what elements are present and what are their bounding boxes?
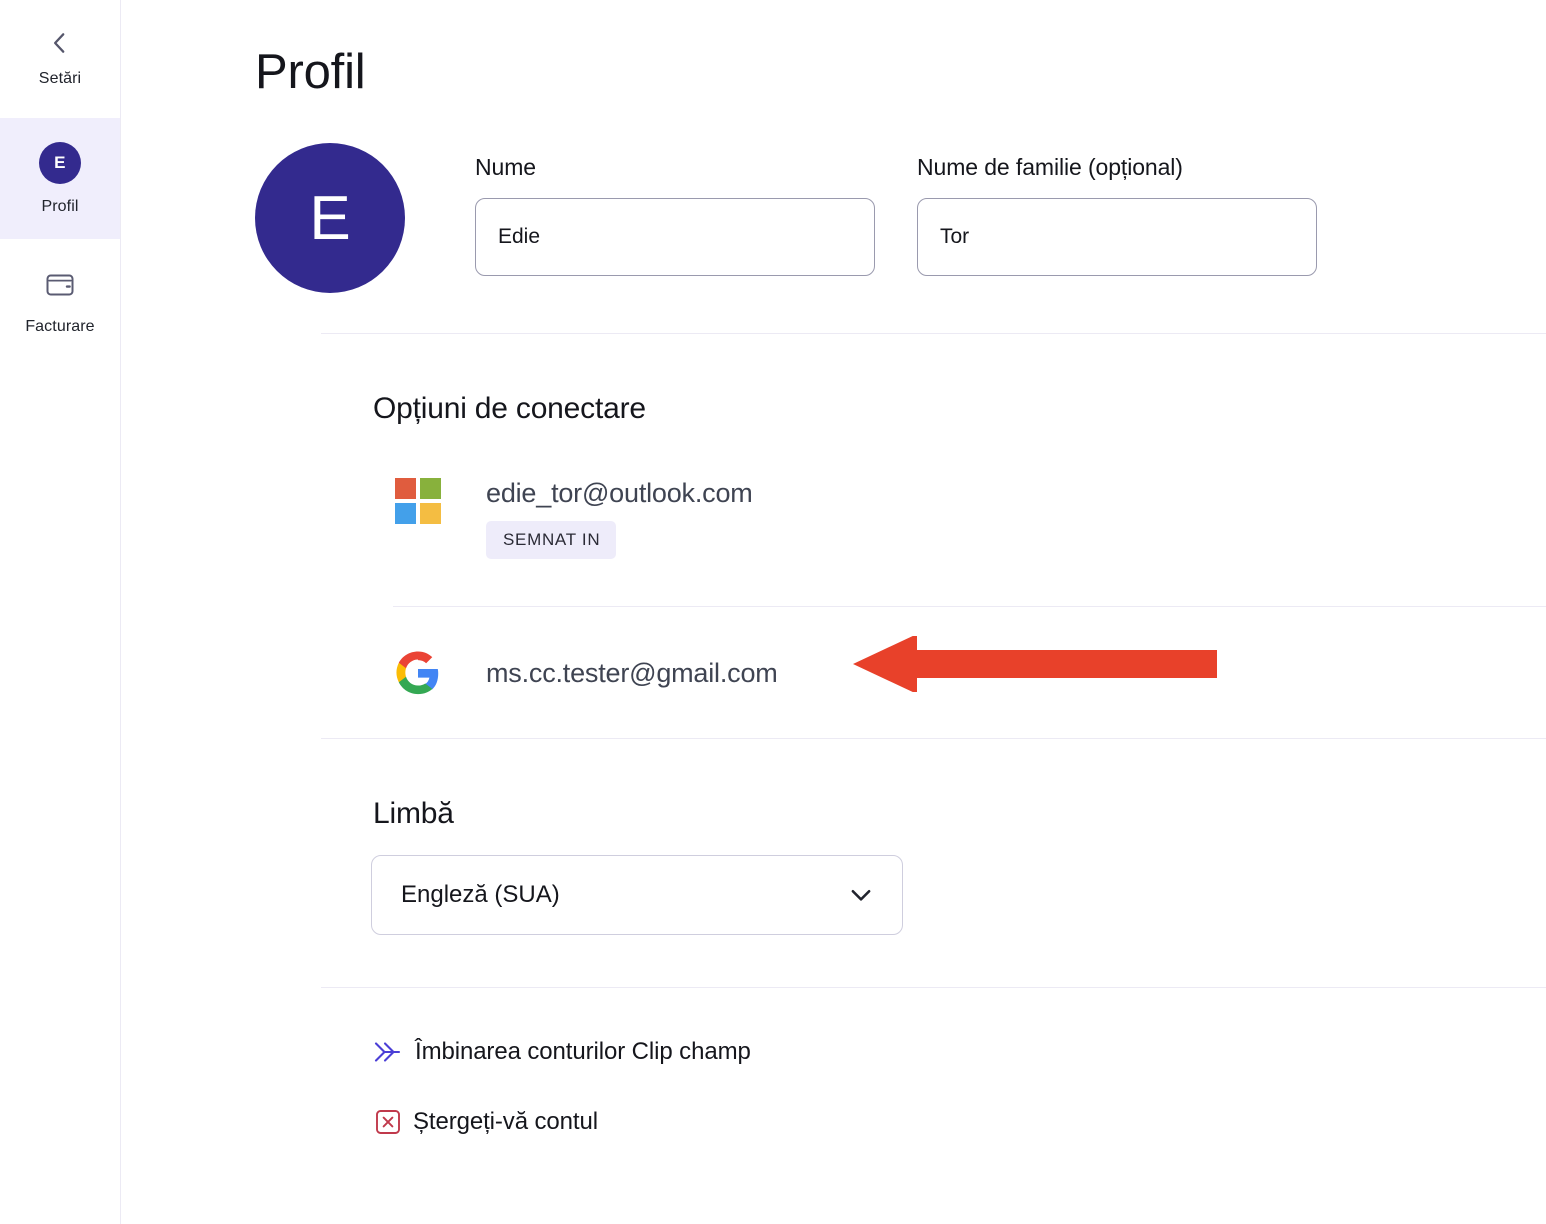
back-to-settings-button[interactable]: Setări <box>0 0 120 118</box>
signin-options-title: Opțiuni de conectare <box>373 392 646 425</box>
profile-avatar: E <box>255 143 405 293</box>
sidebar-item-label-profil: Profil <box>41 197 79 215</box>
name-fields: Nume Nume de familie (opțional) <box>475 132 1317 276</box>
sidebar: Setări E Profil Facturare <box>0 0 121 1224</box>
account-email-microsoft: edie_tor@outlook.com <box>486 478 753 508</box>
wallet-icon <box>46 274 74 295</box>
google-icon-wrapper <box>393 650 443 696</box>
delete-account-link[interactable]: Ștergeți-vă contul <box>375 1108 598 1136</box>
sidebar-item-profil[interactable]: E Profil <box>0 118 120 239</box>
first-name-label: Nume <box>475 154 536 180</box>
merge-accounts-label: Îmbinarea conturilor Clip champ <box>415 1038 751 1065</box>
main-content: Profil E Nume Nume de familie (opțional) <box>121 0 1546 1224</box>
microsoft-account-body: edie_tor@outlook.com SEMNAT IN <box>486 478 753 559</box>
page-title: Profil <box>255 45 366 99</box>
account-row-microsoft[interactable]: edie_tor@outlook.com SEMNAT IN <box>393 478 1546 559</box>
first-name-input[interactable] <box>475 198 875 276</box>
identity-section: E Nume Nume de familie (opțional) <box>255 132 1546 293</box>
divider-after-accounts <box>321 738 1546 739</box>
first-name-field-group: Nume <box>475 154 875 276</box>
google-account-body: ms.cc.tester@gmail.com <box>486 658 778 689</box>
google-logo-icon <box>396 651 439 695</box>
app-root: Setări E Profil Facturare Profil E Nume … <box>0 0 1546 1224</box>
account-row-google[interactable]: ms.cc.tester@gmail.com <box>393 650 1546 696</box>
merge-accounts-link[interactable]: Îmbinarea conturilor Clip champ <box>373 1038 751 1066</box>
content-wrapper: Profil E Nume Nume de familie (opțional) <box>121 0 1546 1136</box>
back-label: Setări <box>38 70 82 87</box>
sidebar-item-facturare[interactable]: Facturare <box>0 239 120 360</box>
last-name-input[interactable] <box>917 198 1317 276</box>
last-name-field-group: Nume de familie (opțional) <box>917 154 1317 276</box>
delete-account-label: Ștergeți-vă contul <box>413 1108 598 1135</box>
language-selected-value: Engleză (SUA) <box>401 881 560 908</box>
language-title: Limbă <box>373 797 454 830</box>
divider-after-identity <box>321 333 1546 334</box>
status-badge: SEMNAT IN <box>486 521 617 559</box>
chevron-down-icon <box>851 889 871 901</box>
chevron-left-icon <box>53 33 65 53</box>
microsoft-icon-wrapper <box>393 478 443 524</box>
account-email-google: ms.cc.tester@gmail.com <box>486 657 778 688</box>
microsoft-logo-icon <box>395 478 441 524</box>
merge-arrows-icon <box>374 1042 401 1062</box>
divider-after-language <box>321 987 1546 988</box>
delete-box-icon <box>376 1110 400 1134</box>
divider-between-accounts <box>393 606 1546 607</box>
sidebar-avatar: E <box>39 141 81 184</box>
sidebar-item-label-facturare: Facturare <box>25 317 95 335</box>
language-select[interactable]: Engleză (SUA) <box>371 855 903 935</box>
last-name-label: Nume de familie (opțional) <box>917 154 1183 180</box>
